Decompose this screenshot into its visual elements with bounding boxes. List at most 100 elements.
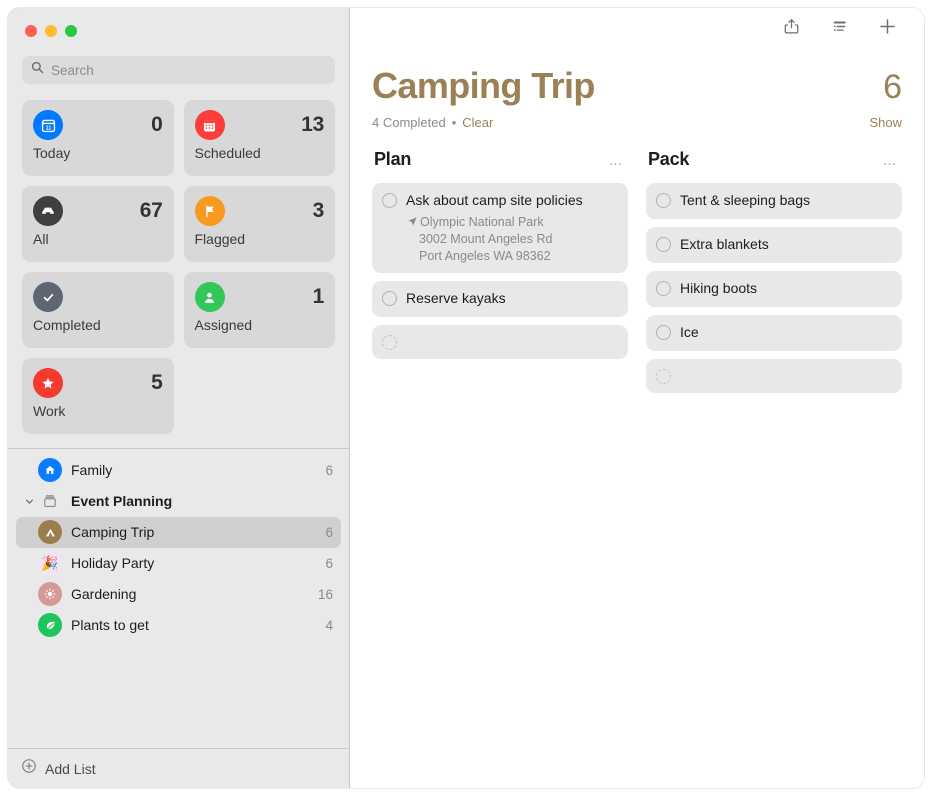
show-completed-button[interactable]: Show <box>869 115 902 130</box>
sidebar-item-label: Camping Trip <box>71 524 325 540</box>
reminder-title: Ask about camp site policies <box>406 192 617 210</box>
smart-list-label: Work <box>33 403 163 419</box>
person-icon <box>195 282 225 312</box>
reminder-card[interactable]: Ice <box>646 315 902 351</box>
smart-list-grid-filler <box>184 358 336 434</box>
reminder-title: Reserve kayaks <box>406 290 617 308</box>
view-options-button[interactable] <box>828 18 850 40</box>
toolbar <box>372 8 902 50</box>
new-reminder-card[interactable] <box>646 359 902 393</box>
search-box[interactable] <box>22 56 335 84</box>
sidebar-item-label: Holiday Party <box>71 555 325 571</box>
sidebar-item-plants-to-get[interactable]: Plants to get 4 <box>16 610 341 641</box>
smart-list-completed[interactable]: Completed <box>22 272 174 348</box>
smart-list-label: Assigned <box>195 317 325 333</box>
section-title: Pack <box>648 149 689 170</box>
reminder-checkbox[interactable] <box>656 281 671 296</box>
add-list-label: Add List <box>45 761 96 777</box>
leaf-icon <box>38 613 62 637</box>
zoom-button[interactable] <box>65 25 77 37</box>
party-popper-emoji-icon: 🎉 <box>38 551 62 575</box>
page-title: Camping Trip <box>372 68 595 104</box>
smart-list-count: 1 <box>313 285 324 309</box>
smart-list-label: Flagged <box>195 231 325 247</box>
star-icon <box>33 368 63 398</box>
search-input[interactable] <box>51 63 326 78</box>
reminder-title: Extra blankets <box>680 236 891 254</box>
add-list-button[interactable]: Add List <box>8 748 349 788</box>
list-header: Camping Trip 6 <box>372 50 902 104</box>
sidebar-item-family[interactable]: Family 6 <box>16 455 341 486</box>
sun-icon <box>38 582 62 606</box>
smart-list-count: 13 <box>301 113 324 137</box>
clear-completed-button[interactable]: Clear <box>462 115 493 130</box>
smart-list-work[interactable]: 5 Work <box>22 358 174 434</box>
location-line-2: 3002 Mount Angeles Rd <box>407 231 617 248</box>
sidebar-item-label: Family <box>71 462 325 478</box>
reminder-checkbox[interactable] <box>656 325 671 340</box>
section-pack: Pack … Tent & sleeping bags Extra blanke… <box>646 149 902 401</box>
plus-icon <box>877 16 898 42</box>
close-button[interactable] <box>25 25 37 37</box>
smart-lists-grid: 11 0 Today <box>8 84 349 434</box>
location-line-3: Port Angeles WA 98362 <box>407 248 617 265</box>
smart-list-all[interactable]: 67 All <box>22 186 174 262</box>
sidebar-item-holiday-party[interactable]: 🎉 Holiday Party 6 <box>16 548 341 579</box>
checkmark-icon <box>33 282 63 312</box>
reminder-checkbox[interactable] <box>382 291 397 306</box>
reminder-checkbox[interactable] <box>656 193 671 208</box>
smart-list-label: Scheduled <box>195 145 325 161</box>
reminder-checkbox-placeholder[interactable] <box>656 369 671 384</box>
sidebar-item-camping-trip[interactable]: Camping Trip 6 <box>16 517 341 548</box>
reminder-card[interactable]: Extra blankets <box>646 227 902 263</box>
sidebar-item-count: 6 <box>325 525 333 540</box>
sidebar-item-count: 4 <box>325 618 333 633</box>
smart-list-today[interactable]: 11 0 Today <box>22 100 174 176</box>
location-line-1: Olympic National Park <box>420 214 544 231</box>
reminder-checkbox[interactable] <box>656 237 671 252</box>
add-reminder-button[interactable] <box>876 18 898 40</box>
plus-circle-icon <box>21 758 37 779</box>
smart-list-flagged[interactable]: 3 Flagged <box>184 186 336 262</box>
reminder-title: Hiking boots <box>680 280 891 298</box>
section-header: Pack … <box>646 149 902 170</box>
reminder-title: Tent & sleeping bags <box>680 192 891 210</box>
main-content: Camping Trip 6 4 Completed • Clear Show … <box>350 8 924 788</box>
tent-icon <box>38 520 62 544</box>
section-more-button[interactable]: … <box>883 156 899 164</box>
reminder-card[interactable]: Reserve kayaks <box>372 281 628 317</box>
sidebar-item-label: Gardening <box>71 586 318 602</box>
search-icon <box>31 61 44 79</box>
house-icon <box>38 458 62 482</box>
smart-list-label: All <box>33 231 163 247</box>
view-options-icon <box>830 17 849 41</box>
section-more-button[interactable]: … <box>609 156 625 164</box>
sidebar-item-gardening[interactable]: Gardening 16 <box>16 579 341 610</box>
reminder-card[interactable]: Hiking boots <box>646 271 902 307</box>
reminder-title: Ice <box>680 324 891 342</box>
sidebar-group-label: Event Planning <box>71 493 333 509</box>
sections-container: Plan … Ask about camp site policies <box>372 149 902 401</box>
section-title: Plan <box>374 149 411 170</box>
sidebar: 11 0 Today <box>8 8 350 788</box>
sidebar-group-event-planning[interactable]: Event Planning <box>16 486 341 517</box>
section-header: Plan … <box>372 149 628 170</box>
reminder-card[interactable]: Tent & sleeping bags <box>646 183 902 219</box>
reminder-checkbox-placeholder[interactable] <box>382 335 397 350</box>
smart-list-scheduled[interactable]: 13 Scheduled <box>184 100 336 176</box>
smart-list-count: 3 <box>313 199 324 223</box>
inbox-tray-icon <box>33 196 63 226</box>
svg-text:11: 11 <box>45 125 51 131</box>
sidebar-item-count: 6 <box>325 556 333 571</box>
smart-list-assigned[interactable]: 1 Assigned <box>184 272 336 348</box>
location-arrow-icon <box>407 214 418 232</box>
reminder-location: Olympic National Park 3002 Mount Angeles… <box>406 214 617 265</box>
chevron-down-icon[interactable] <box>20 496 38 507</box>
share-button[interactable] <box>780 18 802 40</box>
reminder-card[interactable]: Ask about camp site policies Olympic Nat… <box>372 183 628 273</box>
new-reminder-card[interactable] <box>372 325 628 359</box>
minimize-button[interactable] <box>45 25 57 37</box>
reminder-checkbox[interactable] <box>382 193 397 208</box>
window-controls <box>8 8 349 50</box>
list-subheader: 4 Completed • Clear Show <box>372 115 902 130</box>
